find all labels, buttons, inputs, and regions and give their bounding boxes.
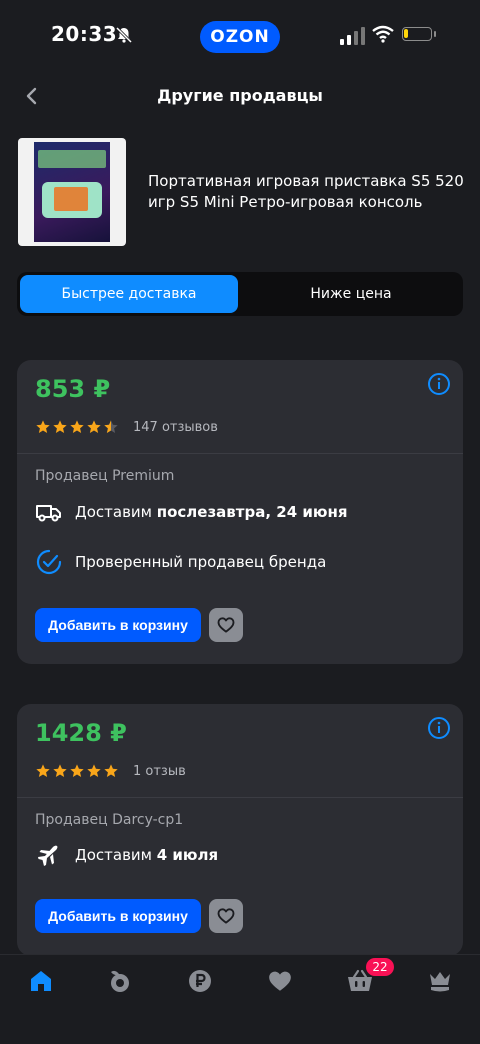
seller-name[interactable]: Продавец Darcy-cp1 xyxy=(35,812,183,828)
truck-icon xyxy=(36,505,61,522)
product-summary[interactable]: Портативная игровая приставка S5 520 игр… xyxy=(0,138,480,246)
bell-muted-icon xyxy=(115,26,133,44)
nav-fresh[interactable] xyxy=(104,965,136,997)
heart-icon xyxy=(217,908,235,924)
tab-faster-delivery[interactable]: Быстрее доставка xyxy=(20,275,238,313)
star-icon xyxy=(87,420,101,433)
offer-price: 1428 ₽ xyxy=(35,719,127,747)
review-count[interactable]: 147 отзывов xyxy=(133,420,218,435)
tab-lower-price[interactable]: Ниже цена xyxy=(242,275,460,313)
star-icon xyxy=(36,764,50,777)
add-to-cart-button[interactable]: Добавить в корзину xyxy=(35,899,201,933)
favorite-button[interactable] xyxy=(209,608,243,642)
cart-count-badge: 22 xyxy=(366,958,394,976)
clock: 20:33 xyxy=(51,22,118,46)
product-name: Портативная игровая приставка S5 520 игр… xyxy=(148,172,464,211)
delivery-info: Доставим послезавтра, 24 июня xyxy=(35,498,347,526)
offer-card: 853 ₽ 147 отзывов Продавец Premium Доста… xyxy=(17,360,463,664)
favorite-button[interactable] xyxy=(209,899,243,933)
info-icon[interactable] xyxy=(427,716,451,740)
star-icon xyxy=(87,764,101,777)
finance-icon xyxy=(189,970,211,992)
divider xyxy=(17,797,463,798)
status-bar: 20:33 OZON xyxy=(0,0,480,72)
fresh-icon xyxy=(111,970,129,992)
info-icon[interactable] xyxy=(427,372,451,396)
cellular-signal-icon xyxy=(340,27,365,45)
star-icon xyxy=(104,764,118,777)
review-count[interactable]: 1 отзыв xyxy=(133,764,186,779)
delivery-text: Доставим послезавтра, 24 июня xyxy=(75,503,348,521)
nav-home[interactable] xyxy=(25,965,57,997)
product-thumbnail[interactable] xyxy=(18,138,126,246)
rating-stars xyxy=(35,419,119,435)
ozon-logo: OZON xyxy=(200,21,280,53)
bottom-navigation: 22 xyxy=(0,954,480,1044)
wifi-icon xyxy=(372,25,394,43)
rating-stars xyxy=(35,763,119,779)
add-to-cart-button[interactable]: Добавить в корзину xyxy=(35,608,201,642)
profile-icon xyxy=(430,972,450,992)
verified-check-icon xyxy=(36,549,62,575)
delivery-date: послезавтра, 24 июня xyxy=(156,503,348,521)
delivery-text: Доставим 4 июля xyxy=(75,846,219,864)
page-title: Другие продавцы xyxy=(157,86,323,105)
verified-text: Проверенный продавец бренда xyxy=(75,553,327,571)
delivery-date: 4 июля xyxy=(156,846,219,864)
star-icon xyxy=(53,764,67,777)
nav-profile[interactable] xyxy=(424,965,456,997)
offer-price: 853 ₽ xyxy=(35,375,111,403)
star-icon xyxy=(53,420,67,433)
star-half-icon xyxy=(104,420,118,433)
delivery-info: Доставим 4 июля xyxy=(35,841,218,869)
star-icon xyxy=(36,420,50,433)
battery-icon xyxy=(402,27,432,41)
seller-name[interactable]: Продавец Premium xyxy=(35,468,174,484)
heart-icon xyxy=(217,617,235,633)
offer-card: 1428 ₽ 1 отзыв Продавец Darcy-cp1 Достав… xyxy=(17,704,463,956)
sort-tabs: Быстрее доставка Ниже цена xyxy=(17,272,463,316)
home-icon xyxy=(31,971,51,991)
star-icon xyxy=(70,420,84,433)
airplane-icon xyxy=(38,845,58,866)
nav-finance[interactable] xyxy=(184,965,216,997)
nav-favorites[interactable] xyxy=(264,965,296,997)
divider xyxy=(17,453,463,454)
star-icon xyxy=(70,764,84,777)
favorites-icon xyxy=(269,971,291,991)
verified-seller: Проверенный продавец бренда xyxy=(35,548,326,576)
nav-header: Другие продавцы xyxy=(0,72,480,120)
